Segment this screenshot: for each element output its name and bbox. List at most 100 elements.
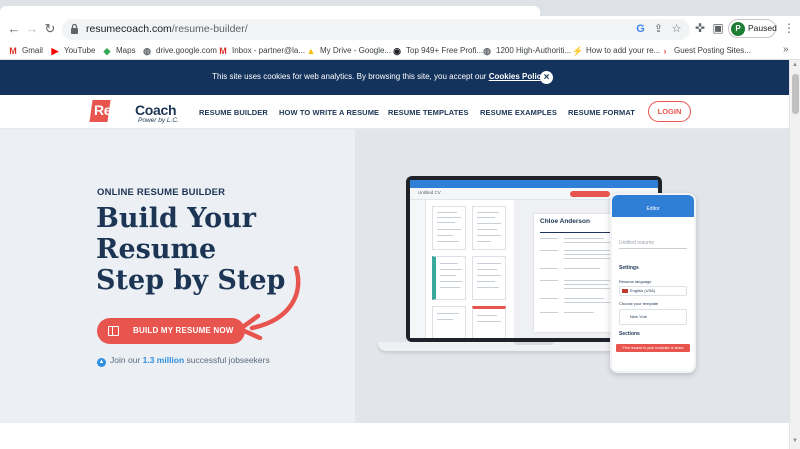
hero-eyebrow: ONLINE RESUME BUILDER xyxy=(97,187,226,198)
bookmark-label: Maps xyxy=(116,46,136,55)
bookmark-label: YouTube xyxy=(64,46,96,55)
laptop-sidebar xyxy=(410,200,426,338)
cookie-message: This site uses cookies for web analytics… xyxy=(0,72,800,81)
joined-prefix: Join our xyxy=(110,355,143,365)
profile-status: Paused xyxy=(748,23,777,33)
profile-button[interactable]: P Paused xyxy=(728,19,777,38)
bookmark-item[interactable]: ◍ 1200 High-Authoriti... xyxy=(482,44,571,58)
build-resume-button[interactable]: BUILD MY RESUME NOW xyxy=(97,318,245,344)
phone-sections-heading: Sections xyxy=(619,331,640,337)
scroll-up-arrow-icon[interactable]: ▲ xyxy=(792,62,798,68)
phone-template-select: New York xyxy=(619,309,687,325)
bookmarks-bar: » M Gmail ▶ YouTube ◆ Maps ◍ drive.google.com M I… xyxy=(0,42,800,60)
bookmark-item[interactable]: M Inbox - partner@la... xyxy=(218,44,305,58)
gmail-icon: M xyxy=(219,46,227,56)
template-thumbnail xyxy=(472,206,506,250)
nav-resume-examples[interactable]: RESUME EXAMPLES xyxy=(480,108,557,117)
phone-template-label: Choose your template xyxy=(619,301,659,306)
globe-icon: ◍ xyxy=(143,46,151,56)
gmail-icon: M xyxy=(9,46,17,56)
bookmarks-overflow-chevron[interactable]: » xyxy=(783,44,789,55)
bookmark-item[interactable]: ◉ Top 949+ Free Profi... xyxy=(392,44,483,58)
bookmark-label: Gmail xyxy=(22,46,43,55)
kebab-menu-icon[interactable]: ⋮ xyxy=(782,21,796,35)
bookmark-item[interactable]: ◍ drive.google.com xyxy=(142,44,217,58)
active-tab[interactable] xyxy=(0,6,540,16)
url-path: /resume-builder/ xyxy=(171,23,248,35)
resume-preview-name: Chloe Anderson xyxy=(540,218,590,225)
address-bar[interactable]: resumecoach.com/resume-builder/ G ⇪ ☆ xyxy=(62,19,690,40)
cookies-policy-link[interactable]: Cookies Policy xyxy=(489,72,546,81)
url-text: resumecoach.com/resume-builder/ xyxy=(86,23,248,35)
template-thumbnail xyxy=(472,306,506,338)
scroll-down-arrow-icon[interactable]: ▼ xyxy=(792,438,798,444)
flag-icon xyxy=(622,289,628,293)
phone-language-select: English (USA) xyxy=(619,286,687,296)
headline-line-3: Step by Step xyxy=(96,265,286,296)
joined-count: 1.3 million xyxy=(142,355,185,365)
nav-resume-builder[interactable]: RESUME BUILDER xyxy=(199,108,268,117)
lock-icon xyxy=(71,23,78,34)
drive-icon: ▲ xyxy=(306,46,316,56)
nav-resume-format[interactable]: RESUME FORMAT xyxy=(568,108,635,117)
bookmark-label: drive.google.com xyxy=(156,46,217,55)
bookmark-item[interactable]: › Guest Posting Sites... xyxy=(660,44,751,58)
browser-chrome: ← → ↻ resumecoach.com/resume-builder/ G … xyxy=(0,0,800,60)
arrow-icon: › xyxy=(663,46,667,56)
url-host: resumecoach.com xyxy=(86,23,172,35)
phone-mockup: Editor Untitled resume Settings Resume l… xyxy=(610,193,696,373)
page-scrollbar[interactable]: ▲ ▼ xyxy=(789,60,800,449)
bolt-icon: ⚡ xyxy=(572,46,584,56)
template-thumbnail xyxy=(432,256,466,300)
up-arrow-badge-icon: ▲ xyxy=(97,358,106,367)
side-panel-icon[interactable]: ▣ xyxy=(711,21,725,35)
bookmark-label: 1200 High-Authoriti... xyxy=(496,46,572,55)
bookmark-label: Guest Posting Sites... xyxy=(674,46,751,55)
joined-suffix: successful jobseekers xyxy=(184,355,270,365)
bookmark-item[interactable]: ⚡ How to add your re... xyxy=(572,44,660,58)
bookmark-star-icon[interactable]: ☆ xyxy=(670,23,683,36)
cookie-text: This site uses cookies for web analytics… xyxy=(212,72,489,81)
hero-headline: Build Your Resume Step by Step xyxy=(96,203,346,296)
resumecoach-logo[interactable]: Resume Coach Power by L.C. xyxy=(89,100,187,124)
logo-word-coach: Coach xyxy=(135,102,177,118)
reload-icon[interactable]: ↻ xyxy=(42,21,58,37)
share-icon[interactable]: ⇪ xyxy=(652,23,665,36)
youtube-icon: ▶ xyxy=(51,46,59,56)
nav-resume-templates[interactable]: RESUME TEMPLATES xyxy=(388,108,469,117)
template-thumbnail xyxy=(432,206,466,250)
close-icon[interactable]: × xyxy=(540,71,553,84)
phone-language-label: Resume language xyxy=(619,279,652,284)
bookmark-label: How to add your re... xyxy=(586,46,661,55)
headline-line-1: Build Your xyxy=(96,203,257,234)
site-header: Resume Coach Power by L.C. RESUME BUILDE… xyxy=(0,95,789,129)
phone-title: Editor xyxy=(646,206,660,212)
bookmark-item[interactable]: ◆ Maps xyxy=(102,44,136,58)
google-lens-icon[interactable]: G xyxy=(634,23,647,36)
site-icon: ◉ xyxy=(393,46,401,56)
browser-toolbar: ← → ↻ resumecoach.com/resume-builder/ G … xyxy=(0,16,800,42)
avatar: P xyxy=(731,22,745,36)
bookmark-item[interactable]: ▶ YouTube xyxy=(50,44,96,58)
maps-icon: ◆ xyxy=(103,46,111,56)
laptop-doc-title: Untitled CV xyxy=(418,190,441,195)
phone-settings-heading: Settings xyxy=(619,265,639,271)
back-arrow-icon[interactable]: ← xyxy=(6,21,22,37)
laptop-app-bar xyxy=(410,180,658,188)
forward-arrow-icon[interactable]: → xyxy=(24,21,40,37)
social-proof: ▲ Join our 1.3 million successful jobseek… xyxy=(97,355,270,367)
scrollbar-thumb[interactable] xyxy=(792,74,799,114)
bookmark-item[interactable]: ▲ My Drive - Google... xyxy=(306,44,392,58)
phone-print-button: Print resume to your computer or share xyxy=(616,344,690,352)
login-button[interactable]: LOGIN xyxy=(648,101,691,122)
nav-how-to-write[interactable]: HOW TO WRITE A RESUME xyxy=(279,108,379,117)
phone-app-bar: Editor xyxy=(612,195,694,217)
bookmark-label: Inbox - partner@la... xyxy=(232,46,306,55)
extensions-puzzle-icon[interactable]: ✜ xyxy=(693,21,707,35)
phone-language-value: English (USA) xyxy=(630,288,656,293)
headline-line-2: Resume xyxy=(96,234,217,265)
bookmark-label: Top 949+ Free Profi... xyxy=(406,46,484,55)
bookmark-item[interactable]: M Gmail xyxy=(8,44,43,58)
document-icon xyxy=(108,326,119,336)
phone-template-value: New York xyxy=(630,314,647,319)
